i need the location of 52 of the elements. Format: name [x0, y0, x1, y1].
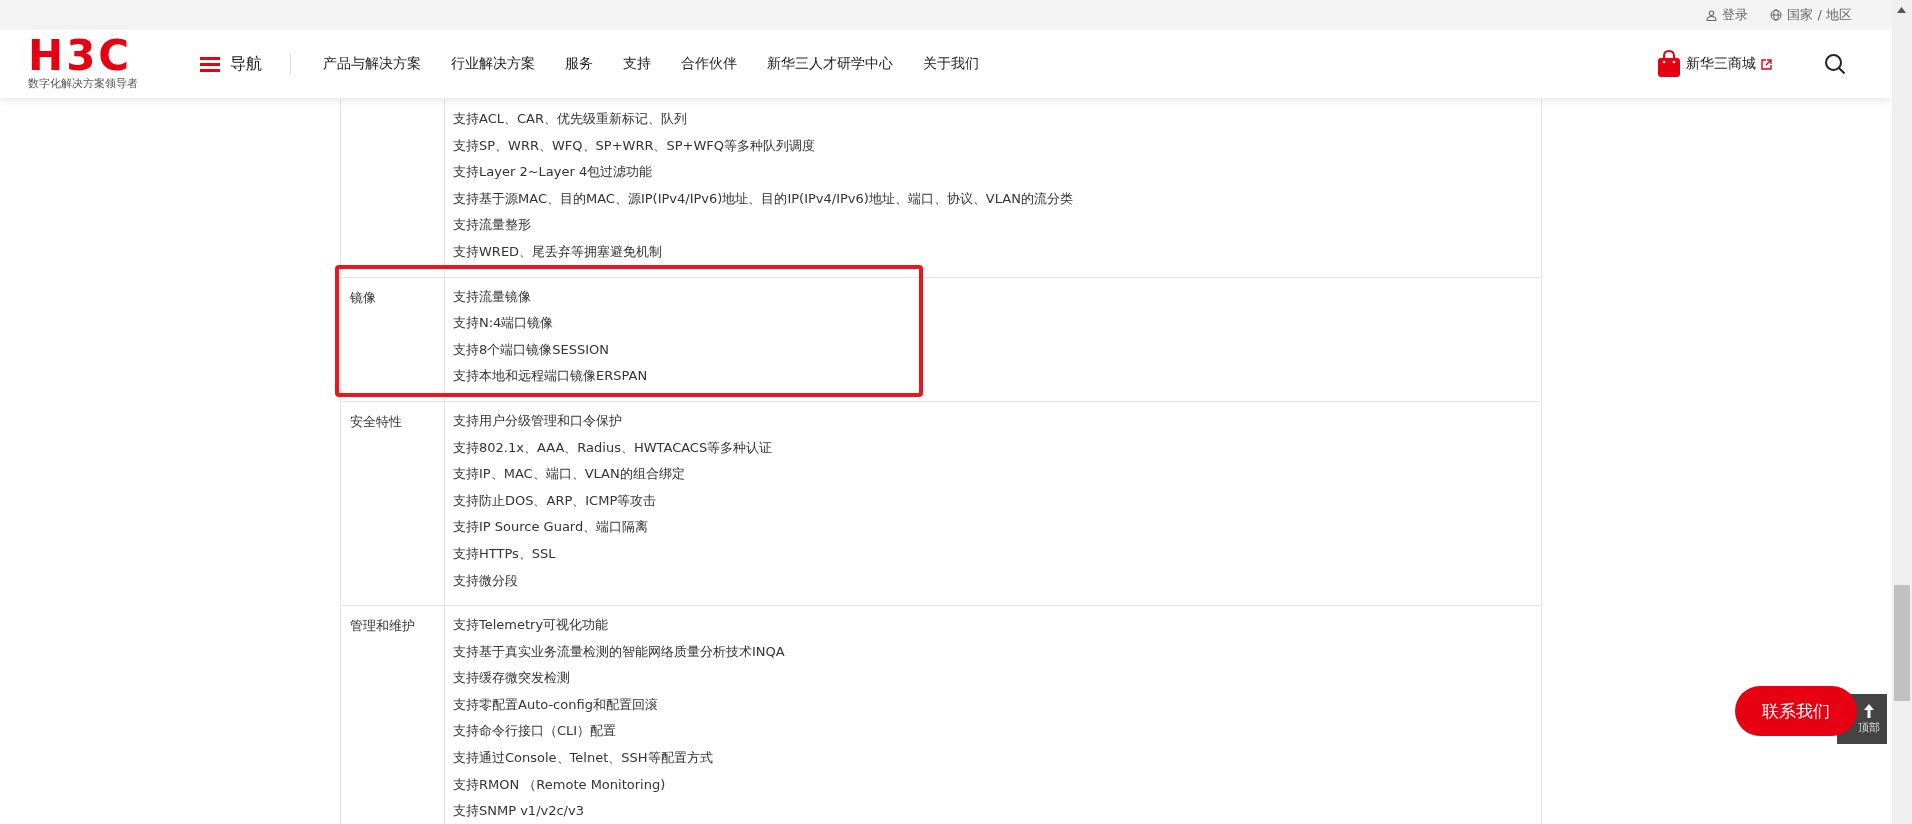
spec-text: 支持缓存微突发检测: [453, 669, 570, 688]
row-label: 安全特性: [350, 413, 402, 429]
login-link[interactable]: 登录: [1706, 6, 1749, 24]
spec-text: 支持IP Source Guard、端口隔离: [453, 518, 649, 537]
spec-text: 支持Telemetry可视化功能: [453, 616, 609, 635]
user-icon: [1706, 9, 1718, 21]
spec-text: 支持802.1x、AAA、Radius、HWTACACS等多种认证: [453, 438, 773, 457]
nav-link[interactable]: 合作伙伴: [681, 55, 737, 73]
logo[interactable]: H3C: [28, 37, 168, 75]
nav-link[interactable]: 新华三人才研学中心: [767, 55, 893, 73]
scroll-up-icon[interactable]: [1897, 7, 1906, 13]
spec-text: 支持SP、WRR、WFQ、SP+WRR、SP+WFQ等多种队列调度: [453, 136, 816, 155]
spec-text: 支持8个端口镜像SESSION: [453, 340, 610, 359]
nav-link[interactable]: 支持: [623, 55, 651, 73]
contact-button[interactable]: 联系我们: [1735, 686, 1857, 736]
spec-text: 支持ACL、CAR、优先级重新标记、队列: [453, 110, 687, 128]
nav-link[interactable]: 行业解决方案: [451, 55, 535, 73]
nav-link[interactable]: 关于我们: [923, 55, 979, 73]
arrow-up-icon: [1864, 703, 1874, 718]
nav-link[interactable]: 服务: [565, 55, 593, 73]
spec-text: 支持HTTPs、SSL: [453, 544, 556, 563]
region-link[interactable]: 国家 / 地区: [1770, 6, 1852, 24]
menu-icon: [200, 56, 220, 72]
spec-text: 支持通过Console、Telnet、SSH等配置方式: [453, 749, 713, 768]
spec-text: 支持RMON （Remote Monitoring): [453, 775, 666, 794]
search-icon[interactable]: [1824, 53, 1846, 75]
external-link-icon: [1761, 58, 1772, 70]
spec-text: 支持SNMP v1/v2c/v3: [453, 802, 584, 821]
spec-text: 支持命令行接口（CLI）配置: [453, 722, 617, 741]
spec-text: 支持Layer 2~Layer 4包过滤功能: [453, 163, 653, 182]
scrollbar[interactable]: [1892, 0, 1912, 824]
nav-link[interactable]: 产品与解决方案: [323, 55, 421, 73]
spec-text: 支持本地和远程端口镜像ERSPAN: [453, 367, 648, 386]
globe-icon: [1770, 9, 1783, 21]
row-label: 镜像: [350, 289, 376, 305]
spec-text: 支持防止DOS、ARP、ICMP等攻击: [453, 491, 657, 510]
store-link[interactable]: 新华三商城: [1657, 50, 1772, 78]
slogan: 数字化解决方案领导者: [28, 77, 139, 91]
nav-menu-button[interactable]: 导航: [200, 53, 262, 75]
spec-text: 支持用户分级管理和口令保护: [453, 411, 622, 430]
spec-text: 支持N:4端口镜像: [453, 314, 554, 333]
shopping-bag-icon: [1657, 50, 1681, 78]
spec-text: 支持微分段: [453, 571, 518, 590]
spec-text: 支持流量镜像: [453, 287, 531, 306]
spec-text: 支持IP、MAC、端口、VLAN的组合绑定: [453, 465, 685, 484]
spec-text: 支持基于真实业务流量检测的智能网络质量分析技术INQA: [453, 642, 785, 661]
scrollbar-thumb[interactable]: [1894, 585, 1910, 701]
spec-text: 支持流量整形: [453, 216, 531, 235]
row-label: 管理和维护: [350, 618, 415, 634]
spec-text: 支持零配置Auto-config和配置回滚: [453, 695, 658, 714]
spec-text: 支持基于源MAC、目的MAC、源IP(IPv4/IPv6)地址、目的IP(IPv4/IPv6)地址、端口、协议、VLAN的流分类: [453, 189, 1073, 208]
spec-text: 支持WRED、尾丢弃等拥塞避免机制: [453, 242, 663, 261]
